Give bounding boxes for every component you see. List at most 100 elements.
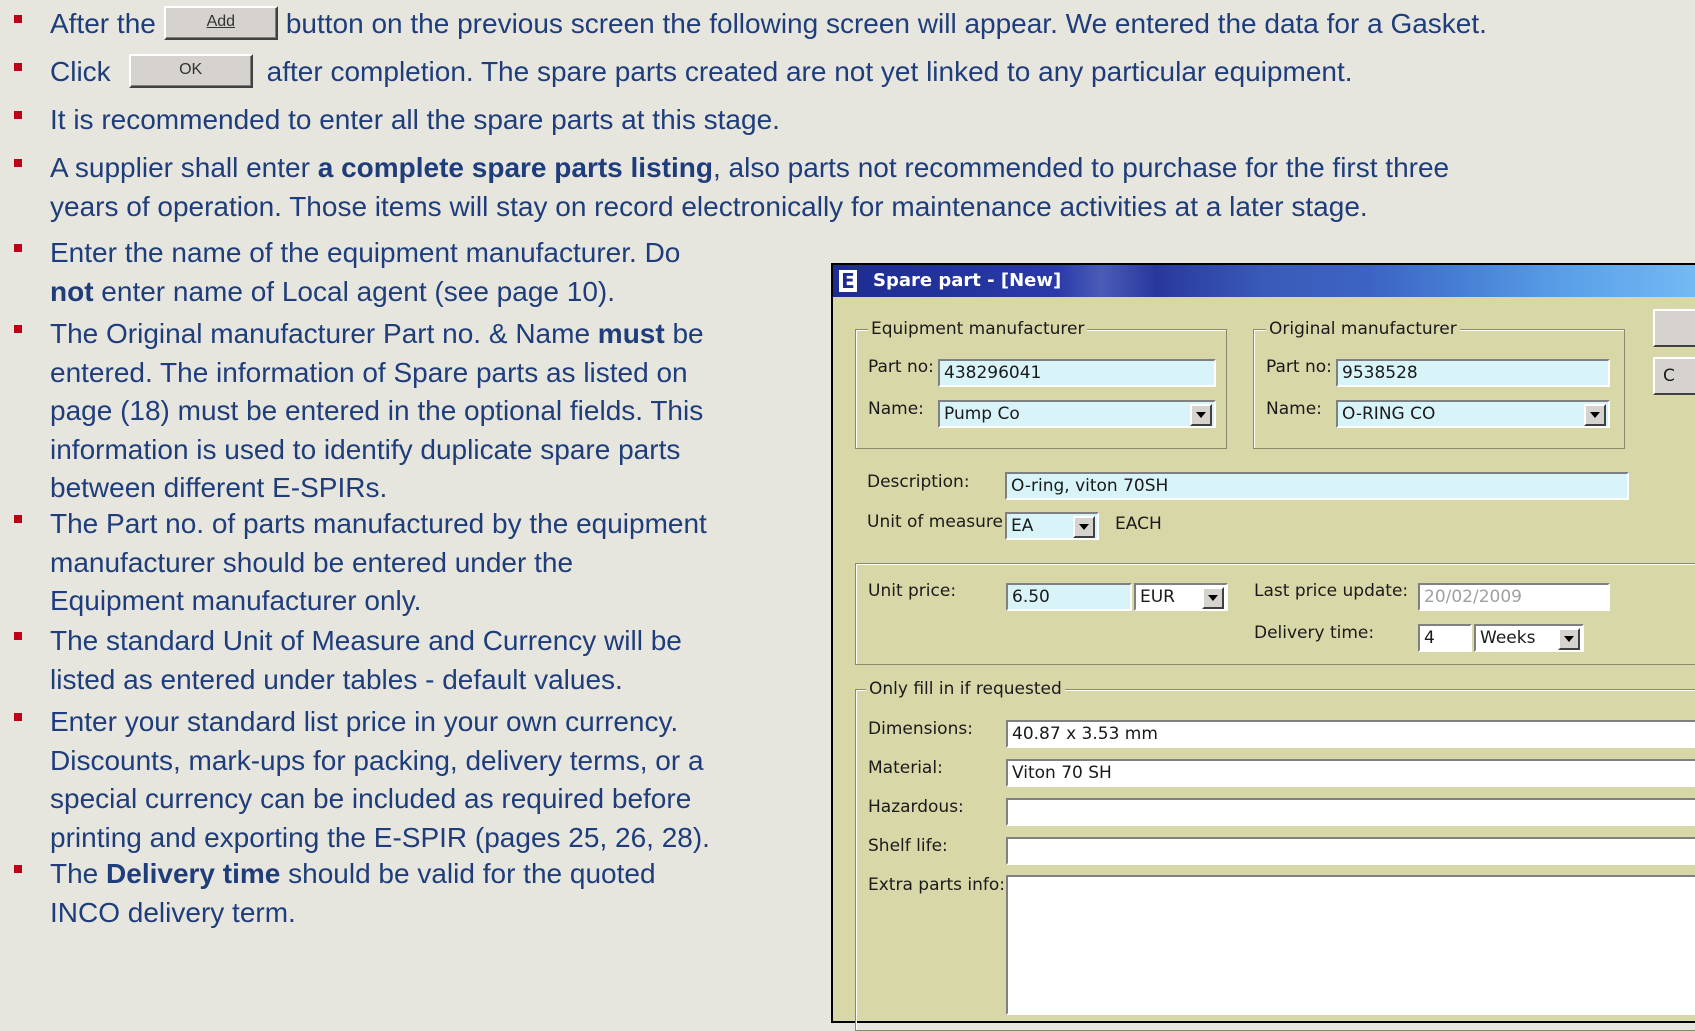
uom-select[interactable]: EA: [1005, 512, 1099, 540]
chevron-down-icon[interactable]: [1558, 628, 1580, 650]
description-input[interactable]: O-ring, viton 70SH: [1005, 472, 1629, 500]
bullet-text: The Original manufacturer Part no. & Nam…: [50, 318, 598, 349]
bullet-marker: [14, 713, 22, 721]
bullet-marker: [14, 515, 22, 523]
bullet-text: button on the previous screen the follow…: [285, 8, 1487, 39]
chevron-down-icon[interactable]: [1073, 516, 1095, 538]
om-name-label: Name:: [1266, 399, 1322, 419]
bullet-text: enter name of Local agent (see page 10).: [93, 275, 615, 307]
bullet-text: should be valid for the quoted: [280, 858, 656, 889]
optional-legend: Only fill in if requested: [866, 678, 1065, 700]
bullet-marker: [14, 244, 22, 252]
dimensions-input[interactable]: 40.87 x 3.53 mm: [1006, 720, 1695, 748]
last-price-update-label: Last price update:: [1254, 581, 1409, 601]
bullet-text: , also parts not recommended to purchase…: [712, 152, 1450, 183]
bullet-marker: [14, 632, 22, 640]
eq-name-value: Pump Co: [944, 404, 1020, 424]
uom-label: Unit of measure:: [867, 512, 1009, 532]
eq-part-no-label: Part no:: [868, 357, 934, 377]
unit-price-input[interactable]: 6.50: [1006, 583, 1132, 611]
add-button-label: Add: [206, 12, 236, 30]
bullet-text: Discounts, mark-ups for packing, deliver…: [50, 744, 704, 776]
bullet-text: Enter your standard list price in your o…: [50, 706, 679, 737]
equipment-manufacturer-legend: Equipment manufacturer: [868, 318, 1088, 340]
currency-value: EUR: [1140, 587, 1175, 607]
original-manufacturer-group: Original manufacturer Part no: 9538528 N…: [1253, 318, 1625, 449]
shelf-life-label: Shelf life:: [868, 836, 948, 856]
bullet-text: printing and exporting the E-SPIR (pages…: [50, 821, 710, 853]
original-manufacturer-legend: Original manufacturer: [1266, 318, 1460, 340]
extra-parts-info-textarea[interactable]: [1006, 875, 1695, 1015]
app-e-icon: E: [839, 270, 857, 292]
material-input[interactable]: Viton 70 SH: [1006, 759, 1695, 787]
bullet-text: manufacturer should be entered under the: [50, 546, 574, 578]
bullet-text: information is used to identify duplicat…: [50, 433, 681, 465]
bullet-text: be: [664, 318, 704, 349]
side-button-2[interactable]: C: [1653, 357, 1695, 395]
bullet-text: The standard Unit of Measure and Currenc…: [50, 625, 682, 656]
optional-fields-group: Only fill in if requested Dimensions: 40…: [855, 678, 1695, 1031]
description-label: Description:: [867, 472, 970, 492]
delivery-unit-value: Weeks: [1480, 628, 1536, 648]
bullet-text: special currency can be included as requ…: [50, 783, 692, 814]
chevron-down-icon[interactable]: [1202, 587, 1224, 609]
bullet-text: page (18) must be entered in the optiona…: [50, 395, 704, 426]
delivery-time-input[interactable]: 4: [1418, 624, 1472, 652]
side-button-1[interactable]: [1653, 309, 1695, 347]
bullet-marker: [14, 15, 22, 23]
dialog-title: Spare part - [New]: [873, 270, 1062, 291]
material-label: Material:: [868, 758, 943, 778]
bullet-marker: [14, 111, 22, 119]
hazardous-label: Hazardous:: [868, 797, 964, 817]
bullet-text: listed as entered under tables - default…: [50, 663, 623, 695]
last-price-update-input: 20/02/2009: [1418, 583, 1610, 611]
dialog-titlebar: E Spare part - [New]: [833, 265, 1695, 297]
om-name-select[interactable]: O-RING CO: [1336, 400, 1610, 428]
bullet-bold-text: a complete spare parts listing: [317, 152, 713, 183]
dimensions-label: Dimensions:: [868, 719, 973, 739]
bullet-text: A supplier shall enter: [50, 152, 318, 183]
bullet-bold-text: not: [50, 275, 94, 307]
bullet-marker: [14, 63, 22, 71]
hazardous-input[interactable]: [1006, 798, 1695, 826]
om-part-no-input[interactable]: 9538528: [1336, 359, 1610, 387]
spare-part-dialog: E Spare part - [New] Equipment manufactu…: [831, 263, 1695, 1031]
bullet-text: Enter the name of the equipment manufact…: [50, 237, 681, 268]
bullet-text: after completion. The spare parts create…: [266, 56, 1353, 87]
ok-button-label: OK: [179, 60, 203, 78]
bullet-text: The Part no. of parts manufactured by th…: [50, 508, 707, 539]
bullet-text: years of operation. Those items will sta…: [50, 190, 1368, 222]
currency-select[interactable]: EUR: [1134, 583, 1228, 611]
bullet-marker: [14, 325, 22, 333]
bullet-marker: [14, 159, 22, 167]
bullet-text: Click: [50, 56, 111, 87]
uom-description: EACH: [1115, 514, 1162, 534]
eq-name-select[interactable]: Pump Co: [938, 400, 1216, 428]
chevron-down-icon[interactable]: [1190, 404, 1212, 426]
eq-name-label: Name:: [868, 399, 924, 419]
bullet-text: After the: [50, 8, 156, 39]
price-group: Unit price: 6.50 EUR Last price update: …: [855, 563, 1695, 665]
om-name-value: O-RING CO: [1342, 404, 1436, 424]
delivery-unit-select[interactable]: Weeks: [1474, 624, 1584, 652]
shelf-life-input[interactable]: [1006, 837, 1695, 865]
bullet-text: INCO delivery term.: [50, 896, 296, 928]
uom-value: EA: [1011, 516, 1034, 536]
bullet-text: The: [50, 858, 107, 889]
equipment-manufacturer-group: Equipment manufacturer Part no: 43829604…: [855, 318, 1227, 449]
add-button-image: Add: [163, 5, 278, 40]
unit-price-label: Unit price:: [868, 581, 957, 601]
eq-part-no-input[interactable]: 438296041: [938, 359, 1216, 387]
om-part-no-label: Part no:: [1266, 357, 1332, 377]
bullet-text: between different E-SPIRs.: [50, 472, 388, 503]
bullet-bold-text: must: [597, 318, 665, 349]
delivery-time-label: Delivery time:: [1254, 623, 1375, 643]
bullet-text: Equipment manufacturer only.: [50, 585, 422, 616]
bullet-marker: [14, 865, 22, 873]
extra-parts-info-label: Extra parts info:: [868, 875, 1006, 895]
ok-button-image: OK: [128, 53, 253, 88]
chevron-down-icon[interactable]: [1584, 404, 1606, 426]
bullet-text: entered. The information of Spare parts …: [50, 356, 688, 388]
bullet-bold-text: Delivery time: [106, 858, 281, 889]
bullet-text: It is recommended to enter all the spare…: [50, 104, 780, 135]
